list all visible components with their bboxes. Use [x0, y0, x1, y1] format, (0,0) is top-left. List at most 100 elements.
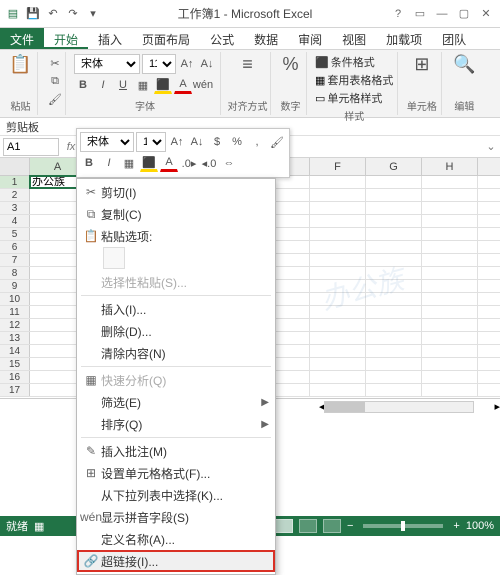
cell[interactable]	[366, 358, 422, 370]
menu-sort[interactable]: 排序(Q)▶	[77, 413, 275, 435]
menu-filter[interactable]: 筛选(E)▶	[77, 391, 275, 413]
cell[interactable]	[366, 189, 422, 201]
table-fmt-label[interactable]: 套用表格格式	[327, 72, 393, 88]
font-size-select[interactable]: 11	[142, 54, 176, 74]
cell[interactable]	[422, 215, 478, 227]
align-icon[interactable]: ≡	[242, 54, 253, 75]
grow-font-icon[interactable]: A↑	[178, 55, 196, 73]
cell[interactable]	[310, 228, 366, 240]
cell[interactable]	[310, 176, 366, 188]
cell[interactable]	[310, 371, 366, 383]
mini-dec-decimal-icon[interactable]: ◂.0	[200, 154, 218, 172]
mini-size-select[interactable]: 11	[136, 132, 166, 152]
border-icon[interactable]: ▦	[134, 76, 152, 94]
cell[interactable]	[310, 254, 366, 266]
mini-comma-icon[interactable]: ,	[248, 133, 266, 151]
row-header[interactable]: 12	[0, 319, 30, 331]
tab-view[interactable]: 视图	[332, 28, 376, 49]
mini-grow-font-icon[interactable]: A↑	[168, 133, 186, 151]
cell[interactable]	[310, 215, 366, 227]
cell[interactable]	[422, 280, 478, 292]
bold-icon[interactable]: B	[74, 76, 92, 94]
cell[interactable]	[310, 384, 366, 396]
mini-merge-icon[interactable]: ⇔	[220, 154, 238, 172]
mini-inc-decimal-icon[interactable]: .0▸	[180, 154, 198, 172]
row-header[interactable]: 11	[0, 306, 30, 318]
cell[interactable]	[366, 202, 422, 214]
close-icon[interactable]: ✕	[476, 5, 496, 23]
scroll-right-icon[interactable]: ▸	[494, 400, 500, 413]
tab-home[interactable]: 开始	[44, 28, 88, 49]
minimize-icon[interactable]: —	[432, 5, 452, 23]
cell[interactable]	[366, 215, 422, 227]
row-header[interactable]: 4	[0, 215, 30, 227]
cell-styles-label[interactable]: 单元格样式	[327, 90, 382, 106]
cell[interactable]	[310, 267, 366, 279]
find-icon[interactable]: 🔍	[453, 54, 475, 75]
menu-insert[interactable]: 插入(I)...	[77, 298, 275, 320]
cell[interactable]	[366, 384, 422, 396]
cell[interactable]	[366, 254, 422, 266]
copy-icon[interactable]: ⧉	[46, 72, 64, 90]
cell[interactable]	[422, 241, 478, 253]
row-header[interactable]: 13	[0, 332, 30, 344]
mini-italic-icon[interactable]: I	[100, 154, 118, 172]
row-header[interactable]: 2	[0, 189, 30, 201]
menu-hyperlink[interactable]: 🔗超链接(I)...	[77, 550, 275, 572]
row-header[interactable]: 8	[0, 267, 30, 279]
cell[interactable]	[422, 345, 478, 357]
font-name-select[interactable]: 宋体	[74, 54, 140, 74]
ribbon-toggle-icon[interactable]: ▭	[410, 5, 430, 23]
cell[interactable]	[366, 176, 422, 188]
cell[interactable]	[422, 202, 478, 214]
cell[interactable]	[422, 176, 478, 188]
cell[interactable]	[366, 319, 422, 331]
mini-shrink-font-icon[interactable]: A↓	[188, 133, 206, 151]
mini-font-select[interactable]: 宋体	[80, 132, 134, 152]
row-header[interactable]: 1	[0, 176, 30, 188]
cell[interactable]	[310, 241, 366, 253]
cell[interactable]	[310, 332, 366, 344]
cell[interactable]	[422, 384, 478, 396]
row-header[interactable]: 15	[0, 358, 30, 370]
cell-styles-icon[interactable]: ▭	[315, 92, 325, 105]
italic-icon[interactable]: I	[94, 76, 112, 94]
cell[interactable]	[310, 280, 366, 292]
cell[interactable]	[366, 332, 422, 344]
expand-formula-icon[interactable]: ⌄	[482, 140, 500, 153]
cells-icon[interactable]: ⊞	[414, 54, 429, 75]
row-header[interactable]: 9	[0, 280, 30, 292]
view-layout-icon[interactable]	[299, 519, 317, 533]
menu-comment[interactable]: ✎插入批注(M)	[77, 440, 275, 462]
row-header[interactable]: 3	[0, 202, 30, 214]
undo-icon[interactable]: ↶	[44, 5, 62, 23]
save-icon[interactable]: 💾	[24, 5, 42, 23]
row-header[interactable]: 7	[0, 254, 30, 266]
cell[interactable]	[366, 293, 422, 305]
col-header-H[interactable]: H	[422, 158, 478, 175]
menu-phonetic[interactable]: wén显示拼音字段(S)	[77, 506, 275, 528]
row-header[interactable]: 16	[0, 371, 30, 383]
cell[interactable]	[422, 254, 478, 266]
cell[interactable]	[422, 332, 478, 344]
view-normal-icon[interactable]	[275, 519, 293, 533]
paste-icon[interactable]: 📋	[9, 54, 31, 75]
zoom-level[interactable]: 100%	[466, 520, 494, 532]
zoom-slider[interactable]	[363, 524, 443, 528]
select-all-corner[interactable]	[0, 158, 30, 175]
mini-bold-icon[interactable]: B	[80, 154, 98, 172]
row-header[interactable]: 5	[0, 228, 30, 240]
tab-formulas[interactable]: 公式	[200, 28, 244, 49]
cell[interactable]	[310, 345, 366, 357]
row-header[interactable]: 10	[0, 293, 30, 305]
menu-paste-opts[interactable]: 📋粘贴选项:	[77, 225, 275, 247]
mini-border-icon[interactable]: ▦	[120, 154, 138, 172]
cell[interactable]	[422, 267, 478, 279]
cell[interactable]	[422, 228, 478, 240]
cell[interactable]	[310, 319, 366, 331]
cell[interactable]	[310, 293, 366, 305]
cell[interactable]	[366, 306, 422, 318]
menu-clear[interactable]: 清除内容(N)	[77, 342, 275, 364]
menu-cut[interactable]: ✂剪切(I)	[77, 181, 275, 203]
view-break-icon[interactable]	[323, 519, 341, 533]
